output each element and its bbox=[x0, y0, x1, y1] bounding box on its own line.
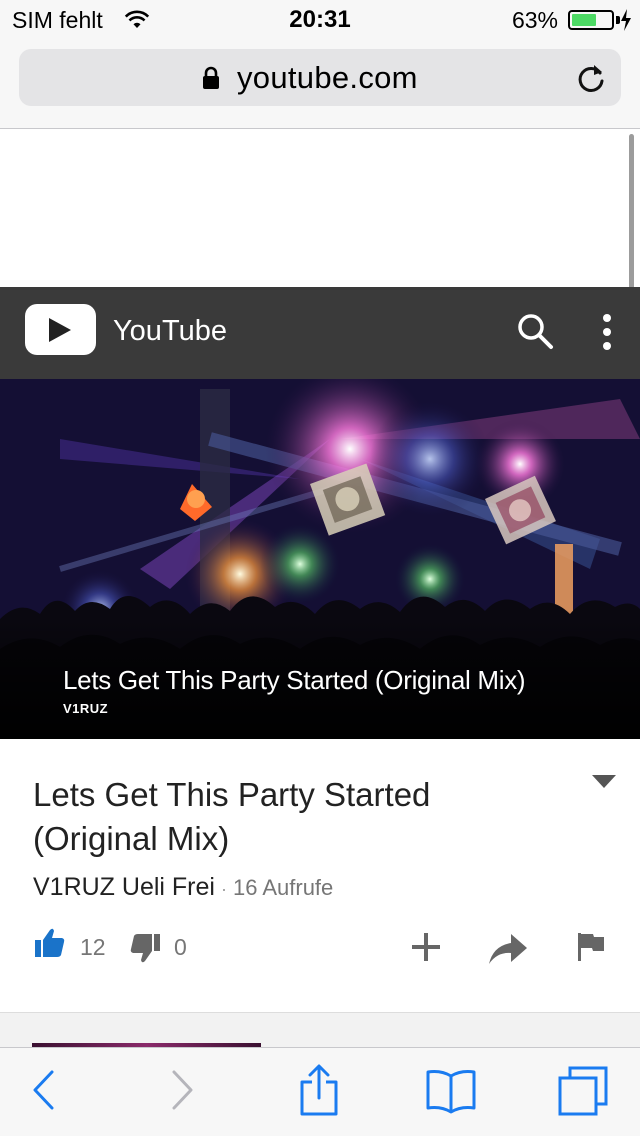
share-icon[interactable] bbox=[489, 934, 527, 964]
more-vert-icon[interactable] bbox=[600, 313, 614, 353]
channel-name[interactable]: V1RUZ Ueli Frei bbox=[33, 873, 215, 901]
tabs-icon[interactable] bbox=[558, 1066, 608, 1116]
next-video-card[interactable] bbox=[0, 1013, 640, 1049]
youtube-title[interactable]: YouTube bbox=[113, 315, 227, 348]
video-meta: V1RUZ Ueli Frei · 16 Aufrufe bbox=[33, 873, 333, 902]
view-count: 16 Aufrufe bbox=[232, 875, 334, 900]
video-info-panel: Lets Get This Party Started (Original Mi… bbox=[0, 739, 640, 1013]
share-sheet-icon[interactable] bbox=[299, 1064, 339, 1116]
status-bar: SIM fehlt 20:31 63% bbox=[0, 0, 640, 40]
meta-separator: · bbox=[220, 879, 227, 899]
video-player[interactable]: Lets Get This Party Started (Original Mi… bbox=[0, 379, 640, 739]
dislike-count: 0 bbox=[174, 934, 187, 960]
flag-icon[interactable] bbox=[578, 933, 604, 961]
like-count: 12 bbox=[80, 934, 106, 960]
back-chevron-icon[interactable] bbox=[32, 1070, 54, 1110]
search-icon[interactable] bbox=[515, 311, 555, 351]
bookmarks-icon[interactable] bbox=[425, 1068, 477, 1114]
expand-arrow-icon[interactable] bbox=[592, 775, 616, 789]
scroll-indicator bbox=[629, 134, 634, 302]
video-title: Lets Get This Party Started (Original Mi… bbox=[33, 776, 431, 857]
youtube-logo-icon[interactable] bbox=[25, 304, 96, 355]
forward-chevron-icon[interactable] bbox=[172, 1070, 194, 1110]
battery-level bbox=[572, 14, 596, 26]
battery-percent: 63% bbox=[511, 7, 558, 33]
video-overlay-title: Lets Get This Party Started (Original Mi… bbox=[63, 665, 526, 695]
play-icon bbox=[49, 318, 71, 342]
thumbs-down-icon[interactable] bbox=[128, 932, 160, 964]
address-bar[interactable]: youtube.com bbox=[19, 49, 621, 106]
add-to-playlist-icon[interactable] bbox=[410, 931, 442, 963]
video-overlay-channel: V1RUZ bbox=[63, 701, 109, 716]
safari-toolbar bbox=[0, 1047, 640, 1136]
battery-icon bbox=[568, 10, 614, 30]
thumbs-up-icon[interactable] bbox=[35, 927, 65, 959]
youtube-header: YouTube bbox=[0, 287, 640, 379]
reload-icon[interactable] bbox=[575, 61, 607, 95]
url-text[interactable]: youtube.com bbox=[237, 60, 418, 96]
safari-address-area: youtube.com bbox=[0, 40, 640, 129]
charging-bolt-icon bbox=[621, 9, 631, 31]
lock-icon bbox=[203, 66, 219, 89]
page-blank-area bbox=[0, 129, 640, 287]
